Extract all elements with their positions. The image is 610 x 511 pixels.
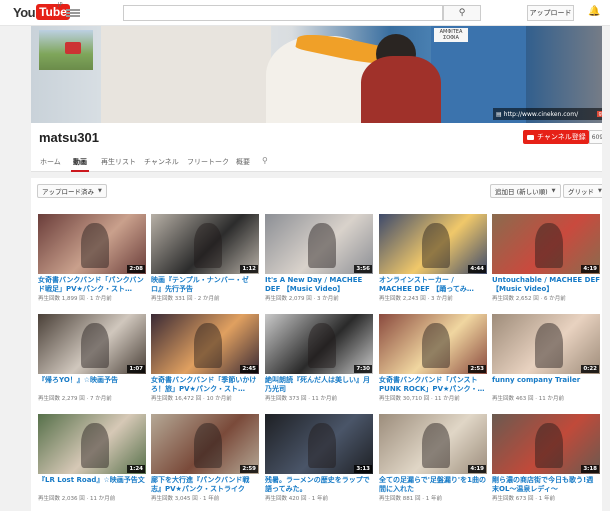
video-title[interactable]: 女奇書バンクバンド「パンストPUNK ROCK」PV★パンク・… [379, 376, 487, 393]
video-title[interactable]: It's A New Day / MACHEE DEF 【Music Video… [265, 276, 373, 293]
website-url[interactable]: http://www.cineken.com/ [504, 111, 578, 118]
chevron-down-icon: ▼ [551, 188, 556, 194]
tab-about[interactable]: 概要 [236, 157, 250, 167]
logo-you-text: You [13, 4, 36, 20]
video-title[interactable]: 残暑。ラーメンの歴史をラップで語ってみた。 [265, 476, 373, 493]
video-meta: 再生回数 2,036 回 · 11 か月前 [38, 496, 116, 502]
channel-search-icon[interactable]: ⚲ [262, 156, 268, 165]
video-title[interactable]: 『LR Lost Road』☆映画予告文 [38, 476, 146, 493]
tab-channels[interactable]: チャンネル [144, 157, 179, 167]
video-duration: 7:30 [354, 365, 372, 373]
video-meta: 再生回数 2,079 回 · 3 か月前 [265, 296, 339, 302]
logo-region-text: JP [58, 2, 63, 8]
website-link[interactable]: ▤ http://www.cineken.com/ g+ [493, 108, 610, 120]
video-thumbnail[interactable]: 2:59 [151, 414, 259, 474]
video-meta: 再生回数 2,652 回 · 6 か月前 [492, 296, 566, 302]
subscribe-button[interactable]: チャンネル登録 [523, 130, 589, 144]
video-thumbnail[interactable]: 3:18 [492, 414, 600, 474]
video-duration: 1:24 [127, 465, 145, 473]
video-thumbnail[interactable]: 2:08 [38, 214, 146, 274]
video-duration: 1:12 [240, 265, 258, 273]
video-thumbnail[interactable]: 4:19 [492, 214, 600, 274]
video-title[interactable]: 絶叫朗読『死んだ人は美しい』月乃光司 [265, 376, 373, 393]
video-meta: 再生回数 881 回 · 1 年前 [379, 496, 442, 502]
video-title[interactable]: 女奇書バンクバンド「季節いかけろ！旅」PV★パンク・スト… [151, 376, 259, 393]
video-duration: 1:07 [127, 365, 145, 373]
video-thumbnail[interactable]: 3:13 [265, 414, 373, 474]
video-duration: 2:53 [468, 365, 486, 373]
video-duration: 2:45 [240, 365, 258, 373]
video-thumbnail[interactable]: 3:56 [265, 214, 373, 274]
tab-home[interactable]: ホーム [40, 157, 61, 167]
video-thumbnail[interactable]: 2:45 [151, 314, 259, 374]
video-thumbnail[interactable]: 1:12 [151, 214, 259, 274]
video-duration: 2:08 [127, 265, 145, 273]
channel-page: ΑΜΦΙΤΕΑ ΣΟΦΙΑ ▤ http://www.cineken.com/ … [31, 26, 610, 511]
video-thumbnail[interactable]: 1:24 [38, 414, 146, 474]
video-meta: 再生回数 30,710 回 · 11 か月前 [379, 396, 460, 402]
youtube-play-icon [527, 134, 534, 140]
channel-icon-image [39, 30, 93, 70]
street-sign: ΑΜΦΙΤΕΑ ΣΟΦΙΑ [434, 28, 468, 42]
notification-bell-icon[interactable]: 🔔 [588, 6, 600, 18]
upload-button[interactable]: アップロード [527, 5, 574, 21]
video-meta: 再生回数 3,045 回 · 1 年前 [151, 496, 220, 502]
channel-banner: ΑΜΦΙΤΕΑ ΣΟΦΙΑ ▤ http://www.cineken.com/ … [31, 26, 610, 123]
video-duration: 3:18 [581, 465, 599, 473]
youtube-logo[interactable]: You Tube JP [13, 2, 70, 20]
search-button[interactable]: ⚲ [443, 5, 481, 21]
video-thumbnail[interactable]: 1:07 [38, 314, 146, 374]
video-meta: 再生回数 16,472 回 · 10 か月前 [151, 396, 232, 402]
video-title[interactable]: オンラインストーカー / MACHEE DEF 【踊ってみ… [379, 276, 487, 293]
video-thumbnail[interactable]: 4:44 [379, 214, 487, 274]
video-meta: 再生回数 373 回 · 11 か月前 [265, 396, 337, 402]
tab-playlists[interactable]: 再生リスト [101, 157, 136, 167]
video-title[interactable]: funny company Trailer [492, 376, 600, 393]
video-duration: 4:44 [468, 265, 486, 273]
channel-tabs: ホーム 動画 再生リスト チャンネル フリートーク 概要 ⚲ [31, 154, 610, 172]
filter-dropdown[interactable]: アップロード済み ▼ [37, 184, 107, 198]
top-bar: You Tube JP ⚲ アップロード 🔔 [0, 0, 610, 26]
video-title[interactable]: Untouchable / MACHEE DEF 【Music Video】 [492, 276, 600, 293]
sort-dropdown[interactable]: 追加日 (新しい順) ▼ [490, 184, 561, 198]
video-duration: 4:19 [468, 465, 486, 473]
video-title[interactable]: 『帰ろYO！』☆映画予告 [38, 376, 146, 393]
search-icon: ⚲ [458, 8, 466, 18]
video-thumbnail[interactable]: 7:30 [265, 314, 373, 374]
video-title[interactable]: 映画『テンプル・ナンバー・ゼロ』先行予告 [151, 276, 259, 293]
video-duration: 4:19 [581, 265, 599, 273]
video-thumbnail[interactable]: 2:53 [379, 314, 487, 374]
video-title[interactable]: 女奇書バンクバンド「パンクバンド戦足」PV★パンク・スト… [38, 276, 146, 293]
video-meta: 再生回数 2,243 回 · 3 か月前 [379, 296, 453, 302]
logo-tube-text: Tube [36, 4, 70, 20]
guide-menu-icon[interactable] [66, 9, 80, 17]
video-meta: 再生回数 420 回 · 1 年前 [265, 496, 328, 502]
video-meta: 再生回数 463 回 · 11 か月前 [492, 396, 564, 402]
video-meta: 再生回数 1,899 回 · 1 か月前 [38, 296, 112, 302]
video-thumbnail[interactable]: 4:19 [379, 414, 487, 474]
video-meta: 再生回数 2,279 回 · 7 か月前 [38, 396, 112, 402]
tab-free-talk[interactable]: フリートーク [187, 157, 229, 167]
website-icon: ▤ [496, 110, 502, 118]
search-input[interactable] [123, 5, 443, 21]
video-thumbnail[interactable]: 0:22 [492, 314, 600, 374]
video-duration: 3:13 [354, 465, 372, 473]
video-duration: 2:59 [240, 465, 258, 473]
chevron-down-icon: ▼ [98, 188, 102, 194]
scrollbar[interactable] [602, 26, 610, 511]
view-dropdown[interactable]: グリッド ▼ [563, 184, 607, 198]
video-duration: 3:56 [354, 265, 372, 273]
tab-videos[interactable]: 動画 [71, 157, 89, 172]
video-meta: 再生回数 331 回 · 2 か月前 [151, 296, 220, 302]
video-meta: 再生回数 673 回 · 1 年前 [492, 496, 555, 502]
channel-name: matsu301 [39, 130, 99, 145]
video-title[interactable]: 廊下を大行進『パンクバンド戦志』PV★パンク・ストライク [151, 476, 259, 493]
video-duration: 0:22 [581, 365, 599, 373]
video-title[interactable]: 全ての足漏らで'足盤漏り'を1曲の間に入れた [379, 476, 487, 493]
video-title[interactable]: 剛ら濃の商店街で今日も歌う!週末OL〜温泉レディ〜 [492, 476, 600, 493]
